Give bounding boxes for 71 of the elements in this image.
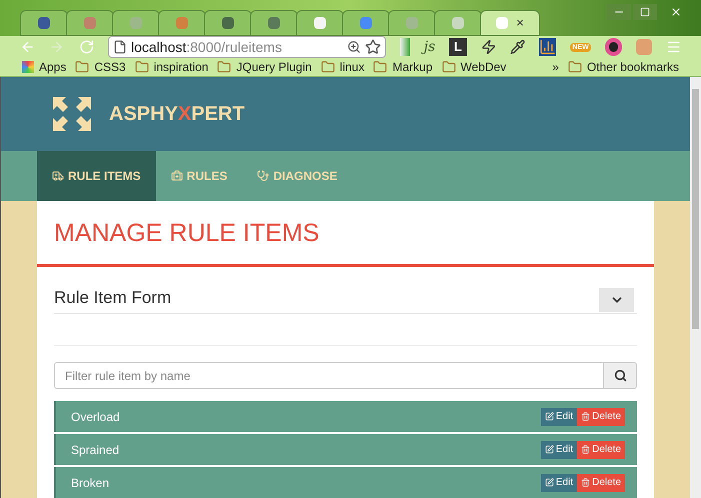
folder-icon xyxy=(320,60,335,74)
bookmark-folder[interactable]: linux xyxy=(320,58,364,76)
page-title: MANAGE RULE ITEMS xyxy=(54,218,320,249)
brand-name: ASPHYXPERT xyxy=(109,102,245,127)
expand-button[interactable] xyxy=(599,288,634,312)
browser-tab[interactable] xyxy=(296,10,344,36)
ambulance-icon xyxy=(52,170,64,182)
close-tab-button[interactable]: × xyxy=(516,13,524,33)
more-bookmarks-button[interactable]: » xyxy=(552,58,559,76)
url-text: localhost:8000/ruleitems xyxy=(130,38,283,56)
delete-button[interactable]: Delete xyxy=(577,440,625,458)
trash-icon xyxy=(581,412,590,421)
address-bar[interactable]: localhost:8000/ruleitems xyxy=(108,36,386,58)
rule-item-name: Broken xyxy=(71,474,110,492)
edit-icon xyxy=(544,445,554,454)
stethoscope-icon xyxy=(257,170,270,182)
search-button[interactable] xyxy=(604,362,637,389)
rule-item-row[interactable]: Sprained Edit Delete xyxy=(54,434,637,465)
color-wheel-icon[interactable] xyxy=(604,38,622,56)
zoom-icon[interactable] xyxy=(347,40,362,54)
browser-tab[interactable]: × xyxy=(480,10,540,36)
browser-tab[interactable] xyxy=(112,10,160,36)
chart-icon[interactable] xyxy=(539,38,556,56)
browser-tab[interactable] xyxy=(204,10,252,36)
extension-icon[interactable]: js xyxy=(424,36,436,58)
maximize-icon[interactable] xyxy=(633,4,657,20)
rule-item-row[interactable]: Overload Edit Delete xyxy=(54,401,637,432)
bookmark-folder[interactable]: CSS3 xyxy=(75,58,126,76)
browser-tab[interactable] xyxy=(250,10,298,36)
panel-title: Rule Item Form xyxy=(54,286,172,308)
bookmark-folder[interactable]: Other bookmarks xyxy=(568,58,679,76)
browser-tab[interactable] xyxy=(388,10,436,36)
rule-item-row[interactable]: Broken Edit Delete xyxy=(54,467,637,498)
edit-icon xyxy=(544,412,554,421)
rule-item-name: Overload xyxy=(71,408,121,426)
edit-icon xyxy=(544,478,554,487)
arrows-logo-icon xyxy=(53,97,91,131)
folder-icon xyxy=(134,60,149,74)
page-icon xyxy=(112,40,127,54)
filter-field[interactable]: Filter rule item by name xyxy=(54,362,604,389)
folder-icon xyxy=(442,60,456,74)
delete-button[interactable]: Delete xyxy=(577,408,625,426)
browser-tab[interactable] xyxy=(158,10,206,36)
browser-tab[interactable] xyxy=(66,10,114,36)
apps-grid-icon[interactable] xyxy=(22,61,34,73)
bookmark-folder[interactable]: Markup xyxy=(373,58,432,76)
search-icon xyxy=(614,369,626,382)
star-icon[interactable] xyxy=(365,39,382,55)
bookmark-folder[interactable]: inspiration xyxy=(134,58,208,76)
browser-tab[interactable] xyxy=(20,10,68,36)
folder-icon xyxy=(373,60,388,74)
folder-icon xyxy=(568,60,582,74)
scrollbar[interactable] xyxy=(690,77,701,498)
nav-tab[interactable]: RULE ITEMS xyxy=(37,151,156,201)
edit-button[interactable]: Edit xyxy=(540,408,578,426)
trash-icon xyxy=(581,478,590,487)
edit-button[interactable]: Edit xyxy=(540,440,578,458)
delete-button[interactable]: Delete xyxy=(577,474,625,492)
bookmark-folder[interactable]: WebDev xyxy=(442,58,506,76)
minimize-icon[interactable] xyxy=(607,4,631,20)
folder-icon xyxy=(75,60,90,74)
extension-icon[interactable]: L xyxy=(449,38,467,56)
medical-kit-icon xyxy=(170,170,183,182)
eyedropper-icon[interactable] xyxy=(510,39,526,55)
rule-item-name: Sprained xyxy=(71,442,120,458)
trash-icon xyxy=(581,445,590,454)
bookmark-folder[interactable]: JQuery Plugin xyxy=(217,58,312,76)
lightning-icon[interactable] xyxy=(480,39,496,55)
folder-icon xyxy=(217,60,232,74)
edit-button[interactable]: Edit xyxy=(540,474,578,492)
bookmark-link[interactable]: Apps xyxy=(39,58,66,76)
